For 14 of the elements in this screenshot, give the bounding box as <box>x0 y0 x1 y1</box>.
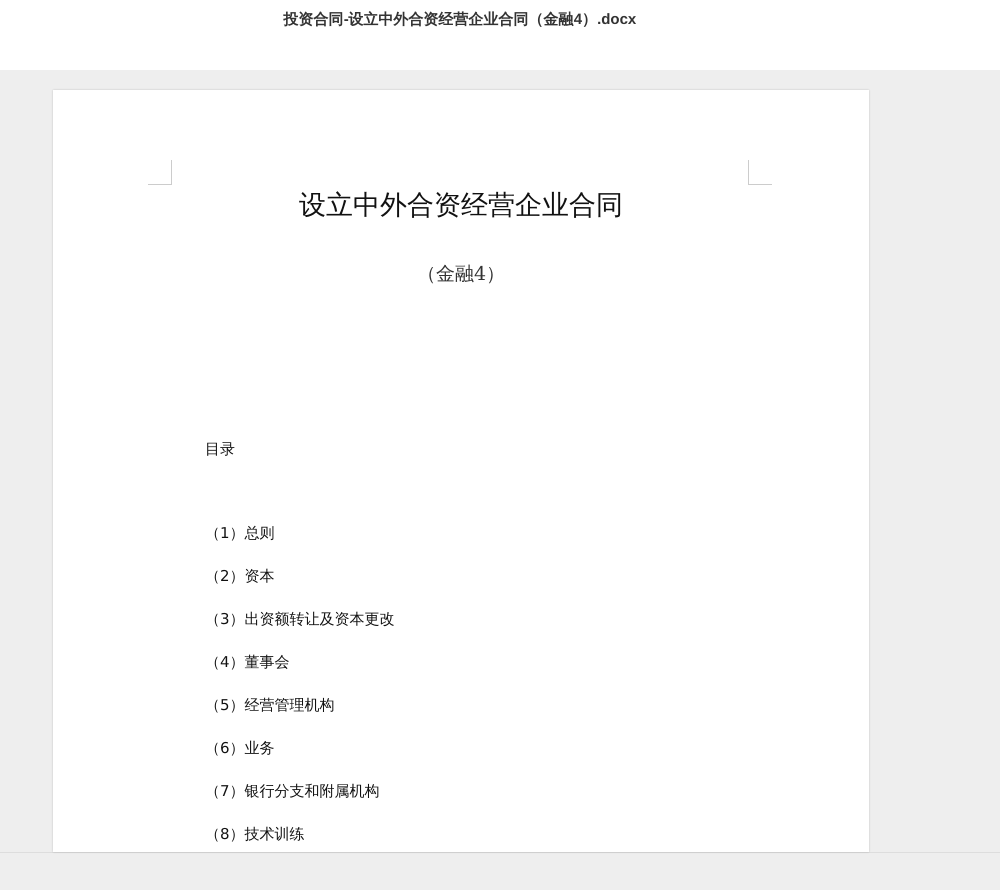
toc-item: （6）业务 <box>205 738 275 758</box>
toc-item: （8）技术训练 <box>205 824 305 844</box>
document-subtitle: （金融4） <box>416 262 506 287</box>
toc-item: （2）资本 <box>205 566 275 586</box>
toc-heading: 目录 <box>205 439 236 460</box>
toc-item: （3）出资额转让及资本更改 <box>205 608 395 630</box>
document-title: 设立中外合资经营企业合同 <box>298 189 624 223</box>
document-filename: 投资合同-设立中外合资经营企业合同（金融4）.docx <box>282 10 638 30</box>
toc-item: （7）银行分支和附属机构 <box>205 780 380 802</box>
toc-item: （1）总则 <box>205 522 275 544</box>
toc-item: （4）董事会 <box>205 652 290 672</box>
toc-item: （5）经营管理机构 <box>205 694 335 716</box>
margin-corner-mark <box>148 160 172 185</box>
margin-corner-mark <box>748 160 772 185</box>
